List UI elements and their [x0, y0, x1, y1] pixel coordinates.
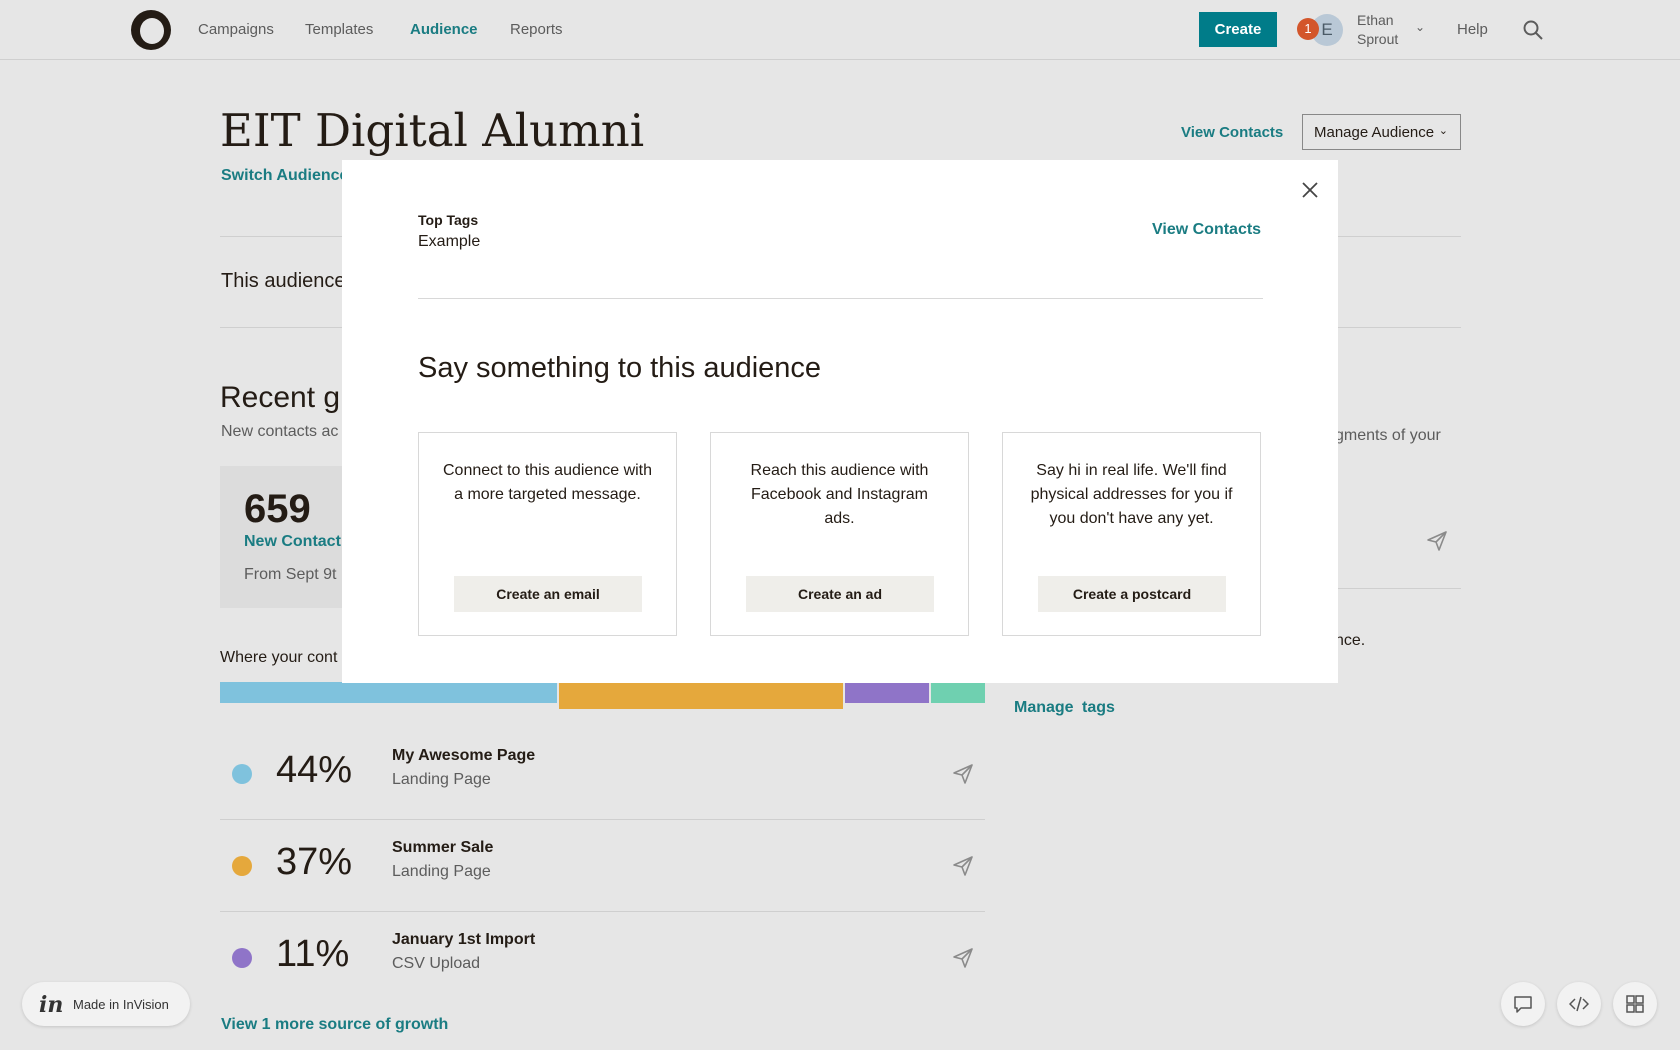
where-contacts-label: Where your cont: [220, 649, 338, 666]
email-card: Connect to this audience with a more tar…: [418, 432, 677, 636]
send-icon[interactable]: [952, 947, 974, 969]
new-contacts-count: 659: [244, 487, 311, 531]
source-bar-segment: [559, 682, 843, 709]
segments-text-fragment: gments of your: [1335, 427, 1441, 444]
divider: [418, 298, 1263, 299]
audience-summary: This audience: [221, 270, 346, 292]
search-icon[interactable]: [1523, 20, 1543, 40]
chevron-down-icon: ⌄: [1438, 125, 1448, 137]
source-type: Landing Page: [392, 863, 491, 880]
send-icon[interactable]: [952, 763, 974, 785]
nav-reports[interactable]: Reports: [510, 21, 563, 38]
source-color-dot: [232, 764, 252, 784]
create-button[interactable]: Create: [1199, 12, 1277, 47]
invision-label: Made in InVision: [73, 997, 169, 1012]
card-description: Say hi in real life. We'll find physical…: [1030, 462, 1233, 527]
recent-growth-title: Recent gr: [220, 381, 351, 414]
source-bar-segment: [220, 682, 557, 703]
switch-audience-link[interactable]: Switch Audience: [221, 167, 348, 185]
mailchimp-logo-icon[interactable]: [131, 10, 171, 50]
card-description: Connect to this audience with a more tar…: [443, 462, 653, 503]
user-name[interactable]: Ethan Sprout: [1357, 11, 1398, 49]
modal-view-contacts-link[interactable]: View Contacts: [1152, 221, 1261, 239]
source-name: January 1st Import: [392, 931, 536, 948]
help-link[interactable]: Help: [1457, 21, 1488, 38]
view-contacts-link[interactable]: View Contacts: [1181, 124, 1283, 141]
source-bar-segment: [931, 682, 985, 703]
chevron-down-icon[interactable]: ⌄: [1415, 20, 1425, 34]
manage-audience-dropdown[interactable]: Manage Audience ⌄: [1302, 114, 1461, 150]
source-name: My Awesome Page: [392, 747, 536, 764]
new-contacts-date: From Sept 9t: [244, 566, 337, 583]
invision-badge[interactable]: in Made in InVision: [22, 982, 190, 1026]
source-percent: 11%: [276, 933, 350, 975]
recent-growth-subtitle: New contacts ac: [221, 423, 339, 440]
source-type: CSV Upload: [392, 955, 481, 972]
code-icon: [1569, 996, 1589, 1012]
code-tool-button[interactable]: [1557, 982, 1601, 1026]
manage-tags-link[interactable]: Manage tags: [1014, 699, 1115, 717]
create-ad-button[interactable]: Create an ad: [746, 576, 934, 612]
comment-icon: [1514, 996, 1532, 1013]
ad-card: Reach this audience with Facebook and In…: [710, 432, 969, 636]
user-first-name: Ethan: [1357, 12, 1394, 28]
create-postcard-button[interactable]: Create a postcard: [1038, 576, 1226, 612]
list-item: 11% January 1st Import CSV Upload: [220, 911, 985, 1003]
top-navigation: Campaigns Templates Audience Reports Cre…: [0, 0, 1680, 60]
create-email-button[interactable]: Create an email: [454, 576, 642, 612]
grid-tool-button[interactable]: [1613, 982, 1657, 1026]
source-color-dot: [232, 948, 252, 968]
manage-audience-label: Manage Audience: [1314, 123, 1435, 141]
modal-heading: Say something to this audience: [418, 352, 822, 384]
top-tags-value: Example: [418, 233, 481, 250]
source-percent: 44%: [276, 749, 353, 791]
source-percent: 37%: [276, 841, 353, 883]
postcard-card: Say hi in real life. We'll find physical…: [1002, 432, 1261, 636]
send-icon[interactable]: [952, 855, 974, 877]
source-type: Landing Page: [392, 771, 491, 788]
card-description: Reach this audience with Facebook and In…: [750, 462, 929, 527]
send-icon[interactable]: [1426, 530, 1448, 552]
view-more-sources-link[interactable]: View 1 more source of growth: [221, 1016, 448, 1034]
close-icon[interactable]: [1299, 179, 1321, 201]
audience-modal: Top Tags Example View Contacts Say somet…: [342, 160, 1338, 683]
source-color-dot: [232, 856, 252, 876]
user-last-name: Sprout: [1357, 31, 1399, 47]
source-bar-segment: [845, 682, 929, 703]
nav-templates[interactable]: Templates: [305, 21, 373, 38]
notification-badge[interactable]: 1: [1297, 18, 1319, 40]
comment-tool-button[interactable]: [1501, 982, 1545, 1026]
new-contacts-link[interactable]: New Contact: [244, 533, 341, 551]
tags-text-fragment: nce.: [1335, 632, 1366, 649]
page-title: EIT Digital Alumni: [220, 104, 645, 157]
grid-icon: [1626, 995, 1644, 1013]
nav-audience[interactable]: Audience: [410, 21, 478, 38]
list-item: 37% Summer Sale Landing Page: [220, 819, 985, 911]
source-name: Summer Sale: [392, 839, 494, 856]
invision-logo-icon: in: [39, 992, 64, 1018]
list-item: 44% My Awesome Page Landing Page: [220, 727, 985, 819]
top-tags-label: Top Tags: [418, 212, 479, 228]
nav-campaigns[interactable]: Campaigns: [198, 21, 274, 38]
